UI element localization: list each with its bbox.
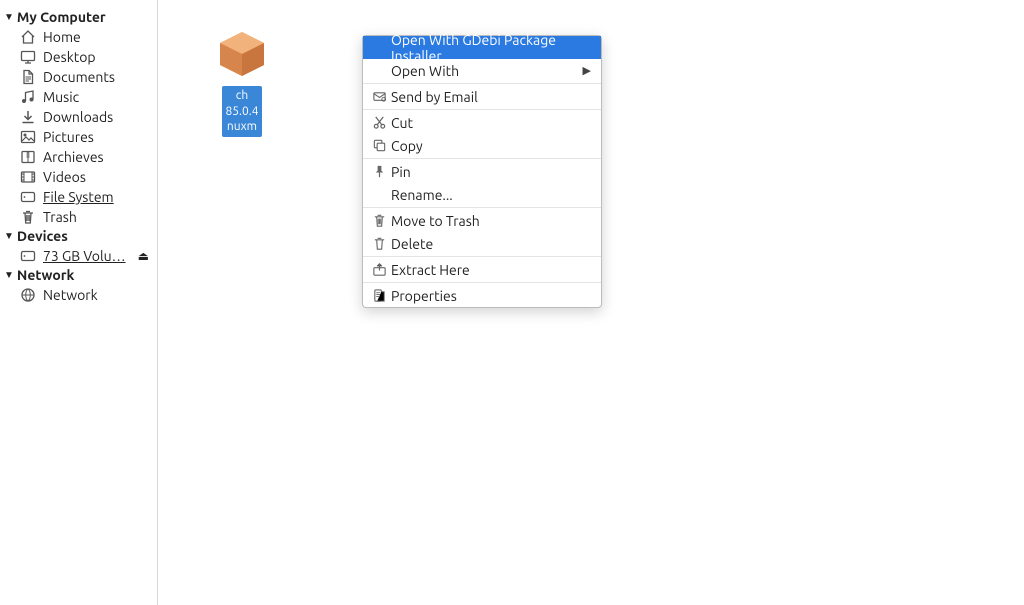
menu-item-label: Delete	[391, 236, 591, 252]
sidebar-item-label: Archieves	[43, 149, 104, 165]
menu-item-label: Properties	[391, 288, 591, 304]
sidebar-item-label: Documents	[43, 69, 115, 85]
downloads-icon	[20, 109, 36, 125]
context-menu: Open With GDebi Package InstallerOpen Wi…	[362, 35, 602, 308]
volume-icon	[20, 248, 36, 264]
content-pane[interactable]: ch 85.0.4 nuxm Open With GDebi Package I…	[158, 0, 1024, 605]
blank-icon	[371, 40, 387, 56]
sidebar-item-label: Downloads	[43, 109, 113, 125]
sidebar-item-label: Home	[43, 29, 81, 45]
sidebar-item-file-system[interactable]: File System	[0, 187, 157, 207]
menu-item-send-by-email[interactable]: Send by Email	[363, 85, 601, 108]
menu-item-label: Move to Trash	[391, 213, 591, 229]
sidebar-item-73-gb-volu-[interactable]: 73 GB Volu… ⏏	[0, 246, 157, 266]
menu-separator	[363, 158, 601, 159]
file-manager: ▼My ComputerHomeDesktopDocumentsMusicDow…	[0, 0, 1024, 605]
sidebar-item-label: Music	[43, 89, 79, 105]
home-icon	[20, 29, 36, 45]
menu-separator	[363, 109, 601, 110]
sidebar-item-music[interactable]: Music	[0, 87, 157, 107]
cut-icon	[371, 115, 387, 131]
menu-item-rename-[interactable]: Rename...	[363, 183, 601, 206]
menu-item-properties[interactable]: Properties	[363, 284, 601, 307]
sidebar-category-0[interactable]: ▼My Computer	[0, 8, 157, 27]
filesystem-icon	[20, 189, 36, 205]
sidebar-item-trash[interactable]: Trash	[0, 207, 157, 227]
documents-icon	[20, 69, 36, 85]
menu-item-cut[interactable]: Cut	[363, 111, 601, 134]
blank-icon	[371, 187, 387, 203]
extract-icon	[371, 262, 387, 278]
eject-icon[interactable]: ⏏	[138, 249, 149, 263]
category-label: Network	[17, 267, 75, 283]
sidebar-item-label: Network	[43, 287, 98, 303]
menu-item-copy[interactable]: Copy	[363, 134, 601, 157]
deb-package-icon	[212, 24, 272, 84]
mail-icon	[371, 89, 387, 105]
menu-item-label: Cut	[391, 115, 591, 131]
sidebar-item-videos[interactable]: Videos	[0, 167, 157, 187]
disclosure-triangle-icon: ▼	[4, 231, 14, 241]
videos-icon	[20, 169, 36, 185]
menu-item-delete[interactable]: Delete	[363, 232, 601, 255]
menu-item-move-to-trash[interactable]: Move to Trash	[363, 209, 601, 232]
sidebar-item-archieves[interactable]: Archieves	[0, 147, 157, 167]
pictures-icon	[20, 129, 36, 145]
sidebar-item-label: 73 GB Volu…	[43, 248, 126, 264]
sidebar-item-label: File System	[43, 189, 114, 205]
pin-icon	[371, 164, 387, 180]
sidebar-item-label: Pictures	[43, 129, 94, 145]
archives-icon	[20, 149, 36, 165]
trash-icon	[20, 209, 36, 225]
sidebar-item-network[interactable]: Network	[0, 285, 157, 305]
sidebar-item-label: Desktop	[43, 49, 96, 65]
menu-item-label: Open With GDebi Package Installer	[391, 32, 591, 64]
menu-item-label: Open With	[391, 63, 583, 79]
menu-item-extract-here[interactable]: Extract Here	[363, 258, 601, 281]
sidebar-item-downloads[interactable]: Downloads	[0, 107, 157, 127]
delete-icon	[371, 236, 387, 252]
file-name-label: ch 85.0.4 nuxm	[222, 86, 263, 137]
sidebar-item-pictures[interactable]: Pictures	[0, 127, 157, 147]
menu-item-open-with-gdebi-package-installer[interactable]: Open With GDebi Package Installer	[363, 36, 601, 59]
sidebar-item-documents[interactable]: Documents	[0, 67, 157, 87]
network-icon	[20, 287, 36, 303]
file-tile-selected[interactable]: ch 85.0.4 nuxm	[186, 24, 298, 137]
sidebar-item-home[interactable]: Home	[0, 27, 157, 47]
category-label: My Computer	[17, 9, 106, 25]
menu-item-label: Extract Here	[391, 262, 591, 278]
disclosure-triangle-icon: ▼	[4, 270, 14, 280]
sidebar-item-desktop[interactable]: Desktop	[0, 47, 157, 67]
disclosure-triangle-icon: ▼	[4, 12, 14, 22]
menu-item-open-with[interactable]: Open With▶	[363, 59, 601, 82]
sidebar: ▼My ComputerHomeDesktopDocumentsMusicDow…	[0, 0, 158, 605]
submenu-arrow-icon: ▶	[583, 64, 591, 77]
sidebar-item-label: Trash	[43, 209, 77, 225]
trash-bin-icon	[371, 213, 387, 229]
menu-separator	[363, 282, 601, 283]
menu-item-label: Rename...	[391, 187, 591, 203]
desktop-icon	[20, 49, 36, 65]
music-icon	[20, 89, 36, 105]
menu-item-pin[interactable]: Pin	[363, 160, 601, 183]
menu-item-label: Send by Email	[391, 89, 591, 105]
menu-item-label: Pin	[391, 164, 591, 180]
menu-separator	[363, 207, 601, 208]
sidebar-category-2[interactable]: ▼Network	[0, 266, 157, 285]
copy-icon	[371, 138, 387, 154]
blank-icon	[371, 63, 387, 79]
properties-icon	[371, 288, 387, 304]
menu-separator	[363, 83, 601, 84]
menu-item-label: Copy	[391, 138, 591, 154]
category-label: Devices	[17, 228, 68, 244]
sidebar-category-1[interactable]: ▼Devices	[0, 227, 157, 246]
sidebar-item-label: Videos	[43, 169, 86, 185]
menu-separator	[363, 256, 601, 257]
